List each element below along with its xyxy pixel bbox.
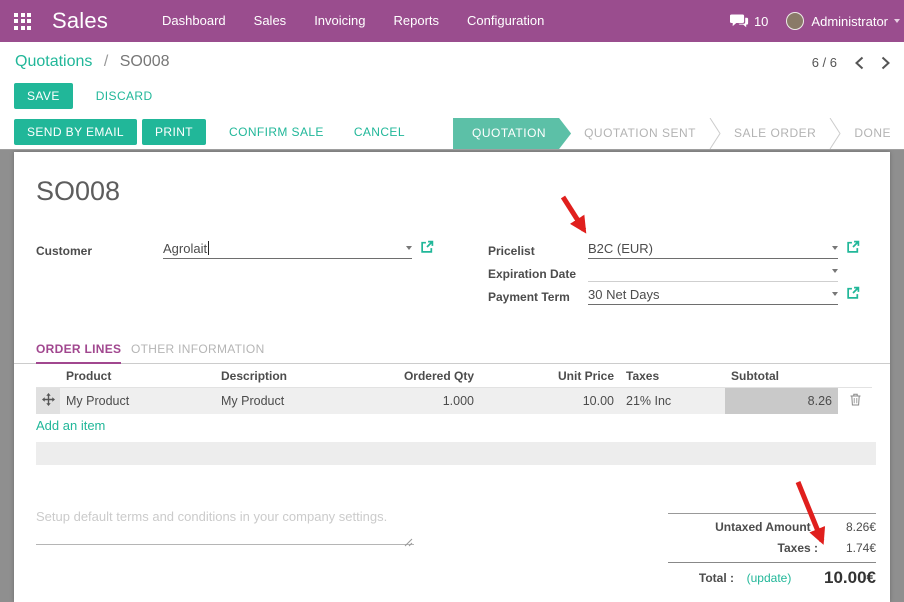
untaxed-amount-label: Untaxed Amount : [668, 520, 818, 534]
column-header-subtotal[interactable]: Subtotal [725, 366, 838, 387]
record-pager: 6 / 6 [812, 55, 891, 70]
pricelist-field[interactable]: B2C (EUR) [588, 238, 838, 259]
save-button[interactable]: SAVE [14, 83, 73, 109]
expiration-date-field[interactable] [588, 261, 838, 282]
form-sheet: SO008 Customer Agrolait Pricelist B2C (E… [14, 152, 890, 602]
menu-item-sales[interactable]: Sales [240, 0, 301, 42]
user-name[interactable]: Administrator [811, 14, 888, 29]
pricelist-label: Pricelist [488, 244, 535, 258]
total-value: 10.00€ [800, 568, 876, 588]
payment-term-dropdown-caret-icon[interactable] [832, 292, 838, 296]
untaxed-amount-row: Untaxed Amount : 8.26€ [668, 516, 876, 537]
action-buttons-row: SEND BY EMAIL PRINT CONFIRM SALE CANCEL [14, 119, 417, 145]
customer-value: Agrolait [163, 241, 207, 256]
user-menu-caret-icon[interactable] [894, 19, 900, 23]
expiration-date-label: Expiration Date [488, 267, 576, 281]
column-header-product[interactable]: Product [60, 366, 215, 387]
cell-ordered-qty[interactable]: 1.000 [385, 387, 480, 414]
send-by-email-button[interactable]: SEND BY EMAIL [14, 119, 137, 145]
tab-order-lines[interactable]: ORDER LINES [36, 342, 121, 364]
order-title: SO008 [36, 176, 120, 207]
notebook-tabbar: ORDER LINES OTHER INFORMATION [14, 342, 890, 364]
column-header-unit-price[interactable]: Unit Price [480, 366, 620, 387]
menu-item-configuration[interactable]: Configuration [453, 0, 558, 42]
payment-term-label: Payment Term [488, 290, 570, 304]
cell-taxes[interactable]: 21% Inc [620, 387, 725, 414]
statusbar: QUOTATION QUOTATION SENT SALE ORDER DONE [453, 118, 904, 149]
save-discard-row: SAVE DISCARD [14, 83, 165, 109]
taxes-row: Taxes : 1.74€ [668, 537, 876, 558]
resize-handle-icon[interactable] [404, 534, 413, 552]
pager-next-icon[interactable] [881, 56, 891, 70]
untaxed-amount-value: 8.26€ [818, 520, 876, 534]
breadcrumb-separator: / [104, 53, 108, 70]
totals-summary: Untaxed Amount : 8.26€ Taxes : 1.74€ Tot… [668, 513, 876, 591]
tab-other-information[interactable]: OTHER INFORMATION [131, 342, 265, 362]
cell-description[interactable]: My Product [215, 387, 385, 414]
messages-count[interactable]: 10 [754, 14, 768, 29]
terms-placeholder: Setup default terms and conditions in yo… [36, 509, 387, 524]
column-header-taxes[interactable]: Taxes [620, 366, 725, 387]
total-row: Total : (update) 10.00€ [668, 564, 876, 591]
print-button[interactable]: PRINT [142, 119, 206, 145]
terms-textarea[interactable] [36, 524, 414, 545]
app-brand[interactable]: Sales [52, 8, 108, 34]
payment-term-field[interactable]: 30 Net Days [588, 284, 838, 305]
user-avatar[interactable] [786, 12, 804, 30]
stage-quotation[interactable]: QUOTATION [453, 118, 571, 149]
drag-handle-icon[interactable] [36, 387, 60, 414]
pricelist-dropdown-caret-icon[interactable] [832, 246, 838, 250]
cell-unit-price[interactable]: 10.00 [480, 387, 620, 414]
cancel-button[interactable]: CANCEL [342, 119, 417, 145]
pager-value: 6 / 6 [812, 55, 837, 70]
customer-label: Customer [36, 244, 92, 258]
menu-item-dashboard[interactable]: Dashboard [148, 0, 240, 42]
empty-line-strip [36, 442, 876, 465]
trash-column-header [838, 366, 872, 387]
confirm-sale-button[interactable]: CONFIRM SALE [217, 119, 336, 145]
column-header-description[interactable]: Description [215, 366, 385, 387]
delete-line-trash-icon[interactable] [838, 387, 872, 414]
navbar-right: 10 Administrator [730, 12, 900, 30]
discard-button[interactable]: DISCARD [84, 83, 165, 109]
pricelist-value: B2C (EUR) [588, 241, 653, 256]
breadcrumb-current: SO008 [120, 53, 170, 70]
pager-previous-icon[interactable] [854, 56, 864, 70]
payment-term-external-link-icon[interactable] [846, 286, 860, 305]
handle-column-header [36, 366, 60, 387]
table-row[interactable]: My Product My Product 1.000 10.00 21% In… [36, 387, 872, 414]
total-label: Total : [668, 571, 738, 585]
text-cursor [208, 241, 209, 255]
customer-dropdown-caret-icon[interactable] [406, 246, 412, 250]
order-lines-table: Product Description Ordered Qty Unit Pri… [36, 366, 872, 414]
apps-grid-icon[interactable] [14, 13, 31, 30]
table-header-row: Product Description Ordered Qty Unit Pri… [36, 366, 872, 387]
taxes-label: Taxes : [668, 541, 818, 555]
breadcrumb: Quotations / SO008 [15, 53, 170, 71]
update-total-link[interactable]: (update) [738, 571, 800, 585]
cell-product[interactable]: My Product [60, 387, 215, 414]
messages-icon[interactable] [730, 14, 749, 29]
stage-sale-order[interactable]: SALE ORDER [721, 118, 829, 149]
subtotals-group: Untaxed Amount : 8.26€ Taxes : 1.74€ [668, 513, 876, 563]
column-header-ordered-qty[interactable]: Ordered Qty [385, 366, 480, 387]
customer-field[interactable]: Agrolait [163, 238, 412, 259]
expiration-date-dropdown-caret-icon[interactable] [832, 269, 838, 273]
payment-term-value: 30 Net Days [588, 287, 660, 302]
customer-external-link-icon[interactable] [420, 240, 434, 259]
add-an-item-link[interactable]: Add an item [36, 418, 105, 433]
stage-done[interactable]: DONE [841, 118, 904, 149]
main-menu: Dashboard Sales Invoicing Reports Config… [148, 0, 558, 42]
pricelist-external-link-icon[interactable] [846, 240, 860, 259]
stage-separator-icon [829, 118, 841, 149]
stage-quotation-sent[interactable]: QUOTATION SENT [571, 118, 709, 149]
stage-separator-icon [709, 118, 721, 149]
taxes-value: 1.74€ [818, 541, 876, 555]
breadcrumb-quotations-link[interactable]: Quotations [15, 53, 92, 70]
menu-item-reports[interactable]: Reports [380, 0, 454, 42]
cell-subtotal: 8.26 [725, 387, 838, 414]
menu-item-invoicing[interactable]: Invoicing [300, 0, 379, 42]
top-navbar: Sales Dashboard Sales Invoicing Reports … [0, 0, 904, 42]
control-panel: Quotations / SO008 6 / 6 SAVE DISCARD SE… [0, 42, 904, 150]
